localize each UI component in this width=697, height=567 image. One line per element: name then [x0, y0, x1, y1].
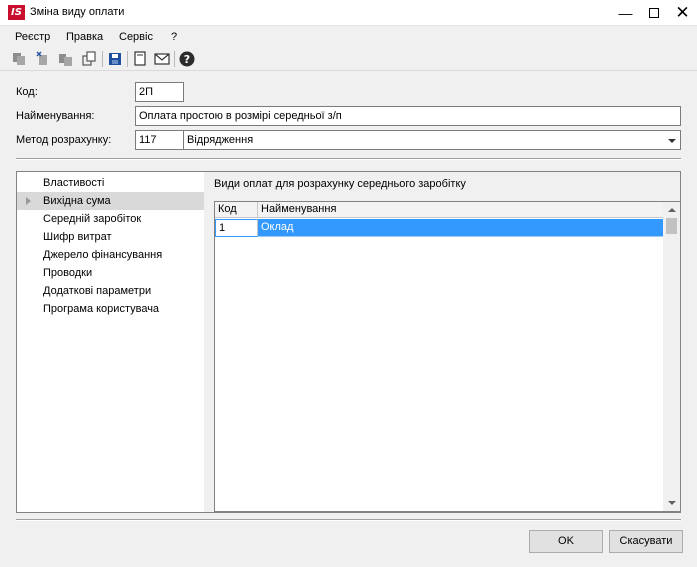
title-bar: IS Зміна виду оплати — ✕ — [0, 0, 697, 26]
main-panel: Властивості Вихідна сума Середній заробі… — [16, 171, 681, 513]
nav-item-extra-params[interactable]: Додаткові параметри — [17, 282, 204, 300]
paste-icon[interactable] — [57, 50, 75, 68]
toolbar-separator — [127, 51, 128, 67]
toolbar-separator — [102, 51, 103, 67]
nav-item-funding-source[interactable]: Джерело фінансування — [17, 246, 204, 264]
nav-item-source-amount[interactable]: Вихідна сума — [17, 192, 204, 210]
data-table: Код Найменування 1 Оклад — [214, 201, 681, 512]
menu-service[interactable]: Сервіс — [119, 31, 153, 43]
toolbar-separator — [174, 51, 175, 67]
table-cell-code[interactable]: 1 — [215, 219, 258, 237]
scroll-thumb[interactable] — [666, 218, 677, 234]
divider — [16, 158, 681, 160]
vertical-scrollbar[interactable] — [663, 202, 680, 511]
properties-icon[interactable] — [131, 50, 149, 68]
method-code-field[interactable]: 117 — [135, 130, 184, 150]
pointer-icon — [26, 197, 31, 205]
nav-item-postings[interactable]: Проводки — [17, 264, 204, 282]
nav-item-average-earnings[interactable]: Середній заробіток — [17, 210, 204, 228]
menu-registry[interactable]: Реєстр — [15, 31, 50, 43]
code-field[interactable]: 2П — [135, 82, 184, 102]
table-header: Код Найменування — [215, 202, 664, 218]
minimize-button[interactable]: — — [611, 0, 640, 26]
mail-icon[interactable] — [153, 50, 171, 68]
code-label: Код: — [16, 86, 38, 98]
method-select[interactable]: Відрядження — [183, 130, 681, 150]
ok-button[interactable]: OK — [529, 530, 603, 553]
nav-item-user-program[interactable]: Програма користувача — [17, 300, 204, 318]
name-field[interactable]: Оплата простою в розмірі середньої з/п — [135, 106, 681, 126]
name-label: Найменування: — [16, 110, 95, 122]
close-button[interactable]: ✕ — [668, 0, 697, 26]
cancel-button[interactable]: Скасувати — [609, 530, 683, 553]
nav-item-expense-code[interactable]: Шифр витрат — [17, 228, 204, 246]
nav-list: Властивості Вихідна сума Середній заробі… — [17, 172, 204, 512]
scroll-down-icon[interactable] — [668, 501, 676, 505]
column-header-name[interactable]: Найменування — [258, 202, 664, 218]
duplicate-icon[interactable] — [80, 50, 98, 68]
chevron-down-icon — [668, 139, 676, 143]
method-label: Метод розрахунку: — [16, 134, 112, 146]
nav-item-label: Вихідна сума — [43, 195, 111, 207]
toolbar: ? — [0, 47, 697, 71]
maximize-icon — [649, 8, 659, 18]
scroll-up-icon[interactable] — [668, 208, 676, 212]
menu-bar: Реєстр Правка Сервіс ? — [0, 27, 697, 47]
table-row[interactable]: 1 Оклад — [215, 219, 664, 237]
window-title: Зміна виду оплати — [30, 6, 125, 18]
copy-icon[interactable] — [11, 50, 29, 68]
table-cell-name[interactable]: Оклад — [258, 219, 664, 237]
svg-text:?: ? — [184, 53, 190, 66]
menu-help[interactable]: ? — [171, 31, 177, 43]
nav-item-properties[interactable]: Властивості — [17, 174, 204, 192]
menu-edit[interactable]: Правка — [66, 31, 103, 43]
column-header-code[interactable]: Код — [215, 202, 258, 218]
app-logo: IS — [8, 5, 25, 20]
maximize-button[interactable] — [640, 0, 669, 26]
method-select-value: Відрядження — [187, 134, 254, 146]
help-icon[interactable]: ? — [178, 50, 196, 68]
save-icon[interactable] — [106, 50, 124, 68]
content-title: Види оплат для розрахунку середнього зар… — [214, 178, 466, 190]
new-icon[interactable] — [34, 50, 52, 68]
divider — [16, 519, 681, 521]
